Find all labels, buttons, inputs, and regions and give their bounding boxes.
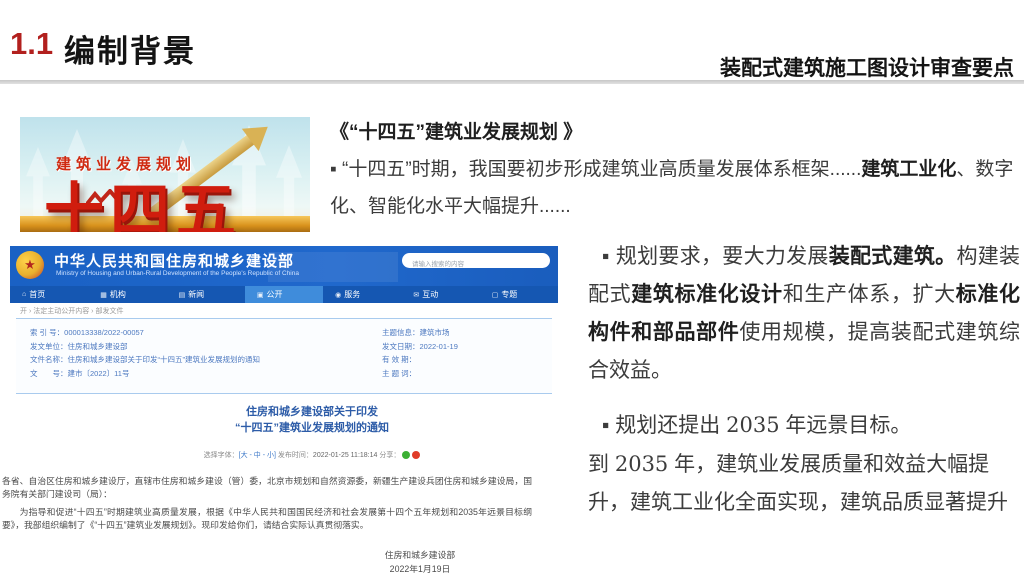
nav-item-topics[interactable]: ▢ 专题 <box>480 286 558 303</box>
services-icon: ◉ <box>335 291 341 299</box>
page-title: 编制背景 <box>64 26 196 71</box>
nav-item-label: 首页 <box>29 289 45 300</box>
meta-label: 主 题 词： <box>382 369 416 378</box>
golden-arrow-head <box>242 117 276 151</box>
home-icon: ⌂ <box>22 291 26 298</box>
meta-row-validity: 有 效 期： <box>382 353 547 367</box>
meta-value: 住房和城乡建设部关于印发“十四五”建筑业发展规划的通知 <box>68 355 261 364</box>
nav-item-services[interactable]: ◉ 服务 <box>323 286 401 303</box>
nav-item-home[interactable]: ⌂ 首页 <box>10 286 88 303</box>
notice-signature: 住房和城乡建设部 2022年1月19日 <box>270 548 570 576</box>
plan-title: 《“十四五”建筑业发展规划 》 <box>330 114 1020 151</box>
site-header: ★ 中华人民共和国住房和城乡建设部 Ministry of Housing an… <box>10 246 558 286</box>
search-input[interactable] <box>410 257 544 272</box>
header-divider <box>0 80 1024 84</box>
meta-column-right: 主题信息：建筑市场 发文日期：2022-01-19 有 效 期： 主 题 词： <box>382 326 547 380</box>
banner-headline: 十四五 <box>44 163 242 232</box>
section-number: 1.1 <box>10 26 53 62</box>
search-box[interactable] <box>402 253 550 268</box>
meta-row-file-number: 文 号：建市〔2022〕11号 <box>30 367 370 381</box>
interaction-icon: ✉ <box>413 291 419 299</box>
meta-value: 住房和城乡建设部 <box>68 342 128 351</box>
meta-row-issue-date: 发文日期：2022-01-19 <box>382 340 547 354</box>
disclosure-icon: ▣ <box>257 291 264 299</box>
news-icon: ▤ <box>179 291 186 299</box>
nav-item-label: 公开 <box>266 289 282 300</box>
meta-label: 主题信息： <box>382 328 420 337</box>
nav-item-news[interactable]: ▤ 新闻 <box>167 286 245 303</box>
meta-value: 2022-01-19 <box>420 342 458 351</box>
notice-paragraph: 为指导和促进“十四五”时期建筑业高质量发展，根据《中华人民共和国国民经济和社会发… <box>2 506 532 532</box>
site-name: 中华人民共和国住房和城乡建设部 <box>54 250 294 271</box>
meta-row-keywords: 主 题 词： <box>382 367 547 381</box>
fourteenth-five-plan-banner-image: 建筑业发展规划 十四五 <box>20 117 310 232</box>
font-size-label: 选择字体： <box>204 452 239 459</box>
notice-title-line1: 住房和城乡建设部关于印发 <box>66 404 558 420</box>
national-emblem-icon: ★ <box>16 251 44 279</box>
nav-item-label: 机构 <box>110 289 126 300</box>
meta-row-index-number: 索 引 号：000013338/2022-00057 <box>30 326 370 340</box>
nav-item-label: 服务 <box>344 289 360 300</box>
meta-row-issuing-unit: 发文单位：住房和城乡建设部 <box>30 340 370 354</box>
font-size-selector[interactable]: [大 - 中 - 小] <box>239 452 276 459</box>
meta-label: 有 效 期： <box>382 355 416 364</box>
breadcrumb[interactable]: 开 › 法定主动公开内容 › 部发文件 <box>20 306 123 316</box>
nav-item-organization[interactable]: ▦ 机构 <box>88 286 166 303</box>
text-block-prefab-requirement: ▪ 规划要求，要大力发展装配式建筑。构建装配式建筑标准化设计和生产体系，扩大标准… <box>588 238 1020 390</box>
meta-row-topic: 主题信息：建筑市场 <box>382 326 547 340</box>
prefab-requirement-paragraph: ▪ 规划要求，要大力发展装配式建筑。构建装配式建筑标准化设计和生产体系，扩大标准… <box>588 238 1020 390</box>
up-arrow-shape <box>276 145 302 223</box>
wechat-share-icon[interactable] <box>402 451 410 459</box>
nav-item-label: 互动 <box>422 289 438 300</box>
goal-line-1: ▪ 规划还提出 2035 年远景目标。 <box>588 406 1022 445</box>
meta-value: 建筑市场 <box>420 328 450 337</box>
mohurd-website-screenshot: ★ 中华人民共和国住房和城乡建设部 Ministry of Housing an… <box>10 246 558 576</box>
meta-value: 建市〔2022〕11号 <box>68 369 130 378</box>
meta-row-file-name: 文件名称：住房和城乡建设部关于印发“十四五”建筑业发展规划的通知 <box>30 353 370 367</box>
notice-title-line2: “十四五”建筑业发展规划的通知 <box>66 420 558 436</box>
signature-organization: 住房和城乡建设部 <box>270 548 570 562</box>
goal-line-2: 到 2035 年，建筑业发展质量和效益大幅提升，建筑工业化全面实现，建筑品质显著… <box>588 445 1022 522</box>
organization-icon: ▦ <box>100 291 107 299</box>
nav-item-label: 新闻 <box>188 289 204 300</box>
document-meta-box: 索 引 号：000013338/2022-00057 发文单位：住房和城乡建设部… <box>16 318 552 394</box>
presentation-slide: 1.1 编制背景 装配式建筑施工图设计审查要点 建筑业发展规划 十四五 ★ 中华… <box>0 0 1024 576</box>
publish-time-value: 2022-01-25 11:18:14 <box>313 452 377 459</box>
signature-date: 2022年1月19日 <box>270 562 570 576</box>
site-name-english: Ministry of Housing and Urban-Rural Deve… <box>56 270 299 277</box>
share-label: 分享： <box>379 452 400 459</box>
notice-title: 住房和城乡建设部关于印发 “十四五”建筑业发展规划的通知 <box>10 404 558 436</box>
notice-body: 各省、自治区住房和城乡建设厅，直辖市住房和城乡建设（管）委，北京市规划和自然资源… <box>2 475 532 532</box>
weibo-share-icon[interactable] <box>412 451 420 459</box>
text-block-plan-intro: 《“十四五”建筑业发展规划 》 ▪ “十四五”时期，我国要初步形成建筑业高质量发… <box>330 114 1020 225</box>
plan-intro-paragraph: ▪ “十四五”时期，我国要初步形成建筑业高质量发展体系框架......建筑工业化… <box>330 151 1020 225</box>
meta-label: 文 号： <box>30 369 68 378</box>
meta-label: 索 引 号： <box>30 328 64 337</box>
nav-item-disclosure[interactable]: ▣ 公开 <box>245 286 323 303</box>
meta-column-left: 索 引 号：000013338/2022-00057 发文单位：住房和城乡建设部… <box>30 326 370 380</box>
nav-item-label: 专题 <box>501 289 517 300</box>
notice-paragraph: 各省、自治区住房和城乡建设厅，直辖市住房和城乡建设（管）委，北京市规划和自然资源… <box>2 475 532 501</box>
meta-label: 发文单位： <box>30 342 68 351</box>
text-block-2035-goal: ▪ 规划还提出 2035 年远景目标。 到 2035 年，建筑业发展质量和效益大… <box>588 406 1022 522</box>
meta-label: 发文日期： <box>382 342 420 351</box>
document-title-right: 装配式建筑施工图设计审查要点 <box>720 52 1014 82</box>
meta-value: 000013338/2022-00057 <box>64 328 144 337</box>
topics-icon: ▢ <box>492 291 499 299</box>
meta-label: 文件名称： <box>30 355 68 364</box>
article-toolbar: 选择字体：[大 - 中 - 小] 发布时间：2022-01-25 11:18:1… <box>10 450 558 460</box>
publish-time-label: 发布时间： <box>278 452 313 459</box>
site-nav: ⌂ 首页 ▦ 机构 ▤ 新闻 ▣ 公开 ◉ 服务 ✉ 互动 <box>10 286 558 303</box>
nav-item-interaction[interactable]: ✉ 互动 <box>401 286 479 303</box>
